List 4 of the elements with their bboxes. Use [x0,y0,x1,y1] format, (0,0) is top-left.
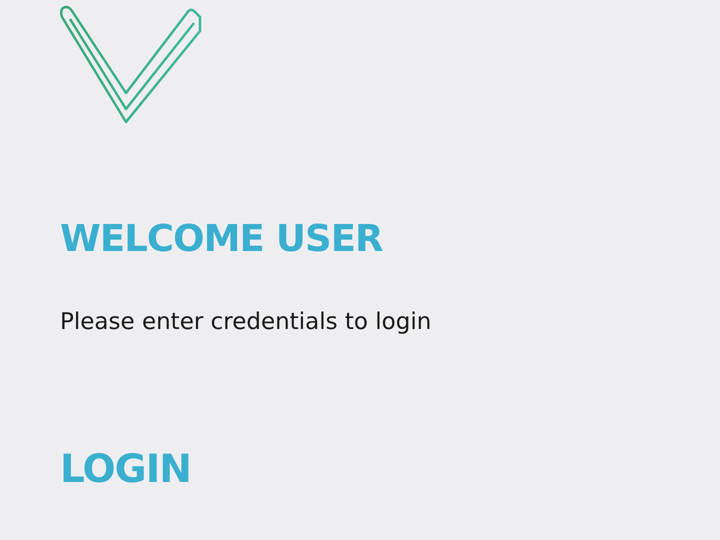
login-heading: LOGIN [60,447,191,493]
welcome-heading: WELCOME USER [60,217,383,261]
instruction-text: Please enter credentials to login [60,308,432,337]
chevron-logo-icon [60,5,202,125]
